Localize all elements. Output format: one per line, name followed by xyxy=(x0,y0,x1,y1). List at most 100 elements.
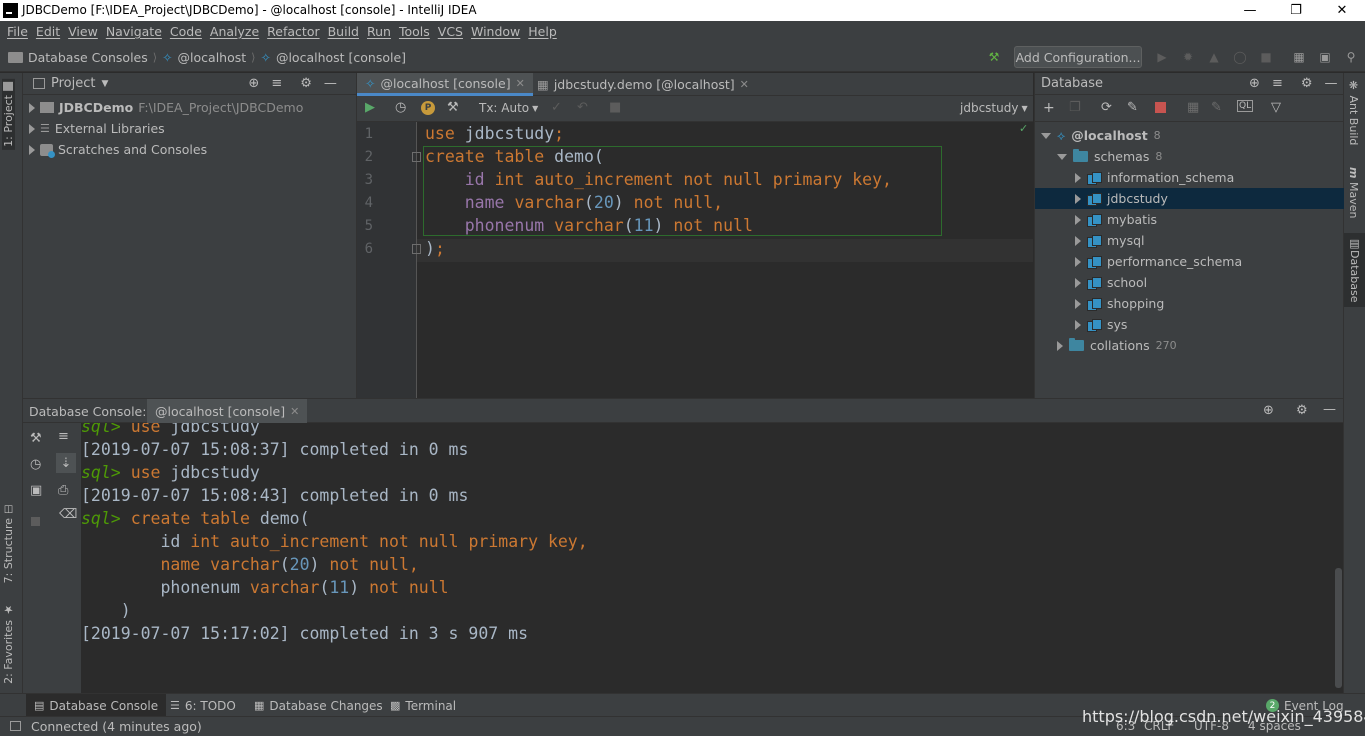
tab-jdbcstudy-demo[interactable]: ▦ jdbcstudy.demo [@localhost] ✕ xyxy=(529,73,757,96)
hide-icon[interactable]: — xyxy=(1323,402,1336,417)
menu-edit[interactable]: Edit xyxy=(32,24,64,39)
close-tab-icon[interactable]: ✕ xyxy=(740,78,749,91)
db-tree-item-performance-schema[interactable]: performance_schema xyxy=(1035,251,1344,272)
edit-icon[interactable]: ✎ xyxy=(1211,100,1222,115)
breadcrumb-item-localhost[interactable]: @localhost xyxy=(178,50,247,65)
layout-icon[interactable]: ▣ xyxy=(1316,48,1334,66)
db-tree-item-schemas[interactable]: schemas 8 xyxy=(1035,146,1344,167)
menu-view[interactable]: View xyxy=(64,24,102,39)
tab-database-console[interactable]: ▤ Database Console xyxy=(26,694,167,717)
db-tree-item-mysql[interactable]: mysql xyxy=(1035,230,1344,251)
menu-code[interactable]: Code xyxy=(166,24,206,39)
breadcrumb-item-consoles[interactable]: Database Consoles xyxy=(28,50,148,65)
chevron-right-icon[interactable] xyxy=(1075,193,1081,204)
refresh-icon[interactable]: ⟳ xyxy=(1101,100,1112,115)
locate-icon[interactable]: ⊕ xyxy=(1263,403,1274,418)
tree-item-project[interactable]: JDBCDemo F:\IDEA_Project\JDBCDemo xyxy=(29,97,303,118)
tool-tab-favorites[interactable]: 2: Favorites ★ xyxy=(2,603,15,684)
add-configuration-button[interactable]: Add Configuration... xyxy=(1014,46,1142,68)
chevron-right-icon[interactable] xyxy=(1075,256,1081,267)
db-tree-item-collations[interactable]: collations 270 xyxy=(1035,335,1344,356)
profile-icon[interactable]: ◯ xyxy=(1231,48,1249,66)
stop-icon[interactable]: ■ xyxy=(1257,48,1275,66)
tab-terminal[interactable]: ▩ Terminal xyxy=(382,694,464,717)
db-tree-item-sys[interactable]: sys xyxy=(1035,314,1344,335)
minimize-button[interactable]: — xyxy=(1227,0,1273,21)
tool-tab-database[interactable]: ▤ Database xyxy=(1344,233,1365,307)
filter-icon[interactable]: ▽ xyxy=(1271,100,1281,115)
close-tab-icon[interactable]: ✕ xyxy=(516,77,525,90)
project-panel-title[interactable]: Project xyxy=(51,76,95,91)
hide-icon[interactable]: — xyxy=(1325,76,1338,91)
menu-vcs[interactable]: VCS xyxy=(434,24,467,39)
chevron-right-icon[interactable] xyxy=(1075,235,1081,246)
tool-tab-maven[interactable]: m Maven xyxy=(1347,167,1360,218)
chevron-down-icon[interactable] xyxy=(1041,132,1051,139)
console-sql-icon[interactable]: QL xyxy=(1237,100,1254,112)
wrench-icon[interactable]: ⚒ xyxy=(30,431,42,446)
add-icon[interactable]: + xyxy=(1043,100,1055,116)
debug-icon[interactable]: ✹ xyxy=(1179,48,1197,66)
chevron-right-icon[interactable] xyxy=(1075,319,1081,330)
layout-icon[interactable]: ▣ xyxy=(30,483,42,498)
gear-icon[interactable]: ⚙ xyxy=(300,76,312,91)
explain-plan-icon[interactable]: P xyxy=(421,101,435,115)
hammer-build-icon[interactable]: ⚒ xyxy=(985,48,1003,66)
coverage-icon[interactable]: ▲ xyxy=(1205,48,1223,66)
fold-marker-icon[interactable] xyxy=(412,152,421,162)
tree-item-scratches[interactable]: Scratches and Consoles xyxy=(29,139,207,160)
gear-icon[interactable]: ⚙ xyxy=(1301,76,1313,91)
history-icon[interactable]: ◷ xyxy=(30,457,41,472)
schema-sync-icon[interactable]: ✎ xyxy=(1127,100,1138,115)
wrench-icon[interactable]: ⚒ xyxy=(447,100,459,115)
scrollbar[interactable] xyxy=(1335,568,1342,688)
scroll-to-end-icon[interactable]: ⇣ xyxy=(56,453,76,473)
menu-analyze[interactable]: Analyze xyxy=(206,24,263,39)
hide-icon[interactable]: — xyxy=(324,76,337,91)
collapse-all-icon[interactable]: ≡ xyxy=(271,76,282,91)
rollback-icon[interactable]: ↶ xyxy=(577,100,588,115)
stop-icon[interactable] xyxy=(31,517,40,526)
db-tree-item-shopping[interactable]: shopping xyxy=(1035,293,1344,314)
history-icon[interactable]: ◷ xyxy=(395,100,406,115)
project-structure-icon[interactable]: ▦ xyxy=(1290,48,1308,66)
tool-tab-ant[interactable]: ❋ Ant Build xyxy=(1347,79,1360,145)
code-area[interactable]: 1 2 3 4 5 6 use jdbcstudy; create table demo( i… xyxy=(357,122,1033,398)
tx-mode-dropdown[interactable]: Tx: Auto ▼ xyxy=(479,101,538,115)
search-icon[interactable]: ⚲ xyxy=(1342,48,1360,66)
menu-build[interactable]: Build xyxy=(324,24,363,39)
menu-help[interactable]: Help xyxy=(524,24,561,39)
maximize-button[interactable]: ❐ xyxy=(1273,0,1319,21)
menu-refactor[interactable]: Refactor xyxy=(263,24,323,39)
locate-icon[interactable]: ⊕ xyxy=(1249,76,1260,91)
menu-window[interactable]: Window xyxy=(467,24,524,39)
chevron-down-icon[interactable]: ▼ xyxy=(101,79,108,89)
locate-icon[interactable]: ⊕ xyxy=(248,76,259,91)
tool-tab-project[interactable]: 1: Project xyxy=(2,79,15,150)
console-tab[interactable]: @localhost [console] ✕ xyxy=(147,399,308,423)
close-button[interactable]: ✕ xyxy=(1319,0,1365,21)
console-output[interactable]: sql> use jdbcstudy [2019-07-07 15:08:37] … xyxy=(81,423,1343,693)
chevron-right-icon[interactable] xyxy=(1075,214,1081,225)
gear-icon[interactable]: ⚙ xyxy=(1296,403,1308,418)
db-tree-item-information-schema[interactable]: information_schema xyxy=(1035,167,1344,188)
trash-icon[interactable]: ⌫ xyxy=(59,507,77,522)
fold-marker-icon[interactable] xyxy=(412,244,421,254)
chevron-right-icon[interactable] xyxy=(1075,277,1081,288)
table-view-icon[interactable]: ▦ xyxy=(1187,100,1199,115)
schema-selector[interactable]: jdbcstudy ▼ xyxy=(960,101,1028,115)
breadcrumb-item-console[interactable]: @localhost [console] xyxy=(276,50,406,65)
tree-item-libraries[interactable]: ☰ External Libraries xyxy=(29,118,165,139)
tab-database-changes[interactable]: ▦ Database Changes xyxy=(246,694,391,717)
chevron-right-icon[interactable] xyxy=(1075,172,1081,183)
run-icon[interactable]: ▶ xyxy=(1153,48,1171,66)
chevron-down-icon[interactable] xyxy=(1057,153,1067,160)
soft-wrap-icon[interactable]: ≡ xyxy=(58,429,69,444)
menu-file[interactable]: File xyxy=(3,24,32,39)
stop-icon[interactable]: ■ xyxy=(609,100,621,115)
menu-run[interactable]: Run xyxy=(363,24,395,39)
duplicate-icon[interactable]: ❐ xyxy=(1069,100,1081,115)
tab-todo[interactable]: ☰ 6: TODO xyxy=(162,694,244,717)
db-tree-item--localhost[interactable]: ⟡ @localhost 8 xyxy=(1035,125,1344,146)
commit-icon[interactable]: ✓ xyxy=(551,100,562,115)
